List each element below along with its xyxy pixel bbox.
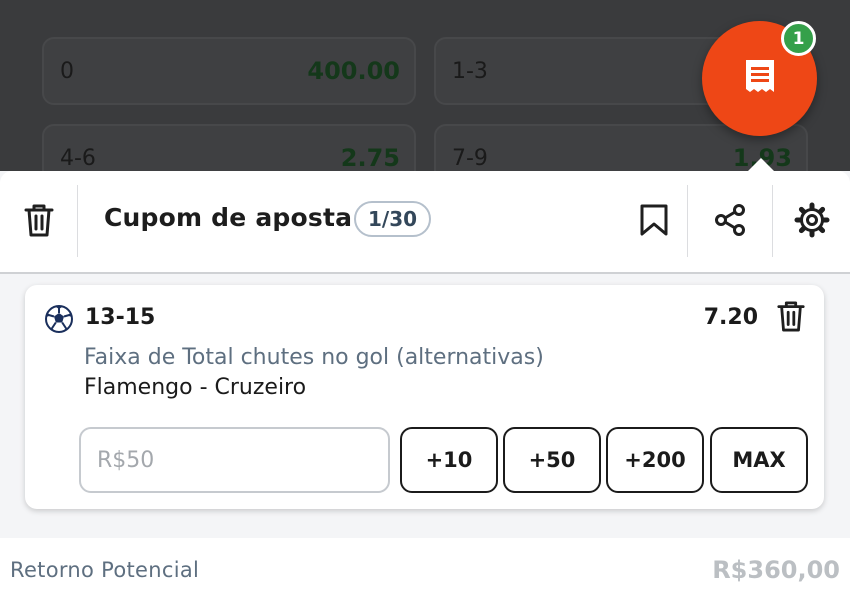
betslip-sheet: Cupom de aposta 1/30 13-15 7.20 Faixa de… (0, 171, 850, 613)
betslip-footer: Retorno Potencial R$360,00 (0, 538, 850, 613)
quick-stake-max-button[interactable]: MAX (710, 427, 808, 493)
settings-icon (794, 202, 830, 242)
receipt-icon (740, 57, 780, 101)
bookmark-icon (638, 203, 670, 241)
quick-stake-plus-50-button[interactable]: +50 (503, 427, 601, 493)
settings-button[interactable] (773, 171, 850, 272)
odd-cell-label: 1-3 (452, 58, 488, 84)
clear-all-button[interactable] (0, 171, 77, 272)
odd-cell-0[interactable]: 0 400.00 (42, 37, 416, 105)
potential-return-label: Retorno Potencial (10, 558, 200, 582)
market-name: Faixa de Total chutes no gol (alternativ… (84, 345, 544, 370)
save-betslip-button[interactable] (620, 171, 687, 272)
odd-cell-value: 2.75 (340, 144, 400, 172)
event-name: Flamengo - Cruzeiro (84, 375, 307, 400)
remove-selection-button[interactable] (776, 299, 806, 337)
share-icon (713, 203, 747, 241)
odd-cell-value: 400.00 (307, 57, 400, 85)
selection-odd: 7.20 (703, 305, 758, 330)
divider (77, 185, 78, 257)
trash-icon (23, 202, 55, 242)
selection-name: 13-15 (85, 305, 156, 330)
soccer-ball-icon (45, 305, 73, 337)
share-button[interactable] (688, 171, 772, 272)
trash-icon (776, 301, 806, 337)
potential-return-value: R$360,00 (712, 556, 840, 584)
odd-cell-label: 7-9 (452, 145, 488, 171)
sheet-pointer (747, 158, 775, 172)
betslip-header: Cupom de aposta 1/30 (0, 171, 850, 274)
quick-stake-plus-200-button[interactable]: +200 (606, 427, 704, 493)
quick-stake-plus-10-button[interactable]: +10 (400, 427, 498, 493)
betslip-title: Cupom de aposta (104, 203, 353, 232)
stake-input[interactable] (79, 427, 390, 493)
odd-cell-label: 4-6 (60, 145, 96, 171)
odd-cell-label: 0 (60, 58, 74, 84)
bet-selection-card: 13-15 7.20 Faixa de Total chutes no gol … (25, 285, 824, 509)
selection-counter-badge: 1/30 (354, 201, 432, 237)
betslip-count-badge: 1 (781, 21, 816, 56)
